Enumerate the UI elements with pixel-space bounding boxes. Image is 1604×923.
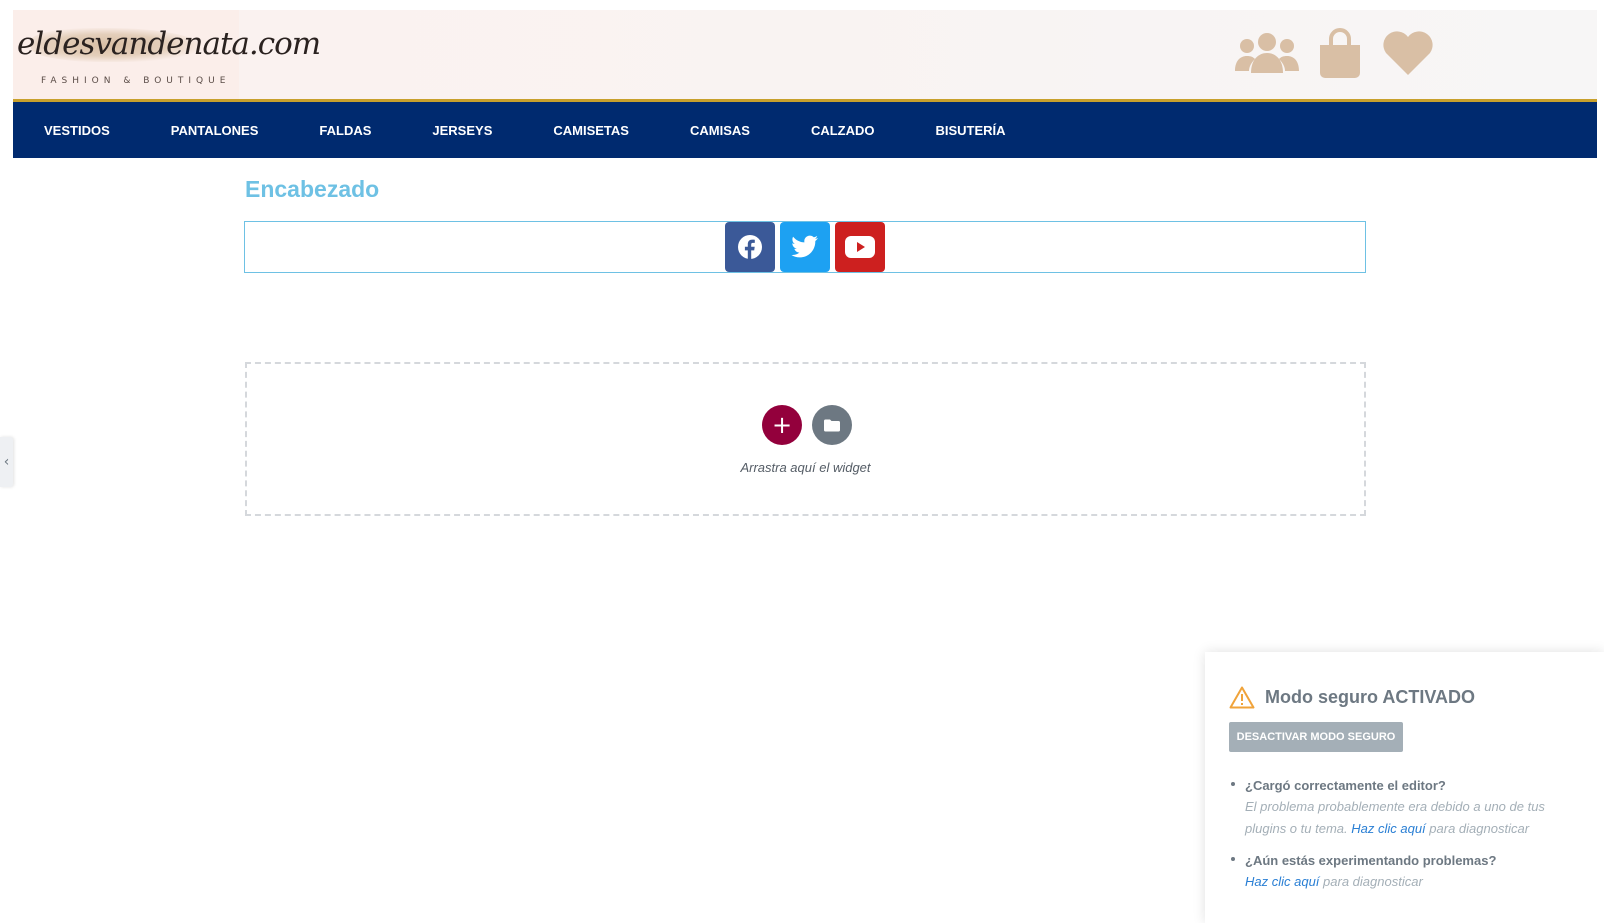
logo-script-text: eldesvandenata.com xyxy=(17,26,321,62)
twitter-button[interactable] xyxy=(780,222,830,272)
deactivate-safe-mode-button[interactable]: DESACTIVAR MODO SEGURO xyxy=(1229,722,1403,752)
nav-item-pantalones[interactable]: PANTALONES xyxy=(171,123,259,138)
panel-collapse-handle[interactable]: ‹ xyxy=(0,437,13,487)
page: eldesvandenata.com FASHION & BOUTIQUE VE… xyxy=(0,0,1604,923)
nav-item-bisuteria[interactable]: BISUTERÍA xyxy=(935,123,1005,138)
tip-answer: El problema probablemente era debido a u… xyxy=(1245,796,1579,840)
folder-icon xyxy=(824,419,840,431)
section-heading[interactable]: Encabezado xyxy=(245,176,379,203)
site-logo[interactable]: eldesvandenata.com FASHION & BOUTIQUE xyxy=(13,10,321,99)
nav-item-jerseys[interactable]: JERSEYS xyxy=(432,123,492,138)
nav-item-camisas[interactable]: CAMISAS xyxy=(690,123,750,138)
nav-item-faldas[interactable]: FALDAS xyxy=(319,123,371,138)
tip-answer: Haz clic aquí para diagnosticar xyxy=(1245,871,1579,893)
heart-icon[interactable] xyxy=(1381,29,1435,77)
header-icons xyxy=(1235,25,1435,81)
logo-tagline: FASHION & BOUTIQUE xyxy=(41,76,231,86)
safe-mode-header: Modo seguro ACTIVADO xyxy=(1229,686,1475,709)
safe-mode-tip: ¿Aún estás experimentando problemas? Haz… xyxy=(1229,851,1579,893)
tip-question: ¿Aún estás experimentando problemas? xyxy=(1245,853,1497,868)
diagnose-link[interactable]: Haz clic aquí xyxy=(1245,874,1319,889)
safe-mode-panel: Modo seguro ACTIVADO DESACTIVAR MODO SEG… xyxy=(1205,652,1604,923)
twitter-icon xyxy=(791,235,818,258)
safe-mode-tip: ¿Cargó correctamente el editor? El probl… xyxy=(1229,776,1579,840)
users-icon[interactable] xyxy=(1235,31,1299,75)
tip-answer-suffix: para diagnosticar xyxy=(1323,874,1423,889)
safe-mode-title: Modo seguro ACTIVADO xyxy=(1265,687,1475,707)
nav-item-calzado[interactable]: CALZADO xyxy=(811,123,875,138)
youtube-icon xyxy=(845,236,875,258)
add-section-button[interactable]: + xyxy=(762,405,802,445)
nav-item-camisetas[interactable]: CAMISETAS xyxy=(553,123,629,138)
social-icons-widget[interactable] xyxy=(244,221,1366,273)
youtube-button[interactable] xyxy=(835,222,885,272)
shopping-bag-icon[interactable] xyxy=(1317,27,1363,79)
warning-icon xyxy=(1229,686,1255,709)
tip-question: ¿Cargó correctamente el editor? xyxy=(1245,778,1446,793)
tip-answer-suffix: para diagnosticar xyxy=(1429,821,1530,836)
facebook-icon xyxy=(738,235,762,260)
add-template-button[interactable] xyxy=(812,405,852,445)
empty-section-dropzone[interactable]: + Arrastra aquí el widget xyxy=(245,362,1366,516)
facebook-button[interactable] xyxy=(725,222,775,272)
site-header: eldesvandenata.com FASHION & BOUTIQUE xyxy=(13,10,1597,99)
safe-mode-tips: ¿Cargó correctamente el editor? El probl… xyxy=(1229,776,1579,904)
dropzone-hint: Arrastra aquí el widget xyxy=(740,460,871,475)
diagnose-link[interactable]: Haz clic aquí xyxy=(1351,821,1425,836)
nav-item-vestidos[interactable]: VESTIDOS xyxy=(44,123,110,138)
main-navigation: VESTIDOS PANTALONES FALDAS JERSEYS CAMIS… xyxy=(13,102,1597,158)
